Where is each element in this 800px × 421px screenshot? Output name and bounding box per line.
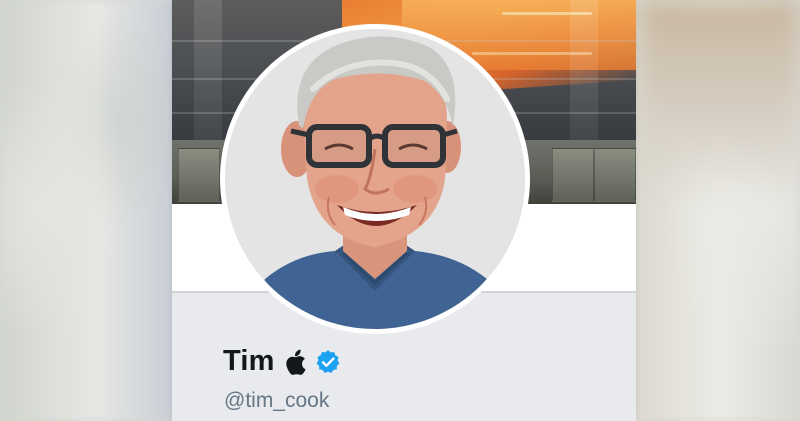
avatar-photo bbox=[225, 29, 525, 329]
verified-badge-icon[interactable] bbox=[315, 349, 341, 375]
banner-window bbox=[552, 148, 594, 202]
profile-handle[interactable]: @tim_cook bbox=[224, 389, 329, 413]
profile-avatar[interactable] bbox=[220, 24, 530, 334]
banner-window bbox=[594, 148, 636, 202]
apple-logo-icon bbox=[285, 349, 307, 375]
banner-window bbox=[178, 148, 220, 202]
profile-name-row: Tim bbox=[223, 345, 341, 378]
avatar-portrait-illustration bbox=[225, 29, 525, 329]
blurred-background-accent bbox=[640, 0, 800, 200]
profile-display-name[interactable]: Tim bbox=[223, 345, 275, 378]
